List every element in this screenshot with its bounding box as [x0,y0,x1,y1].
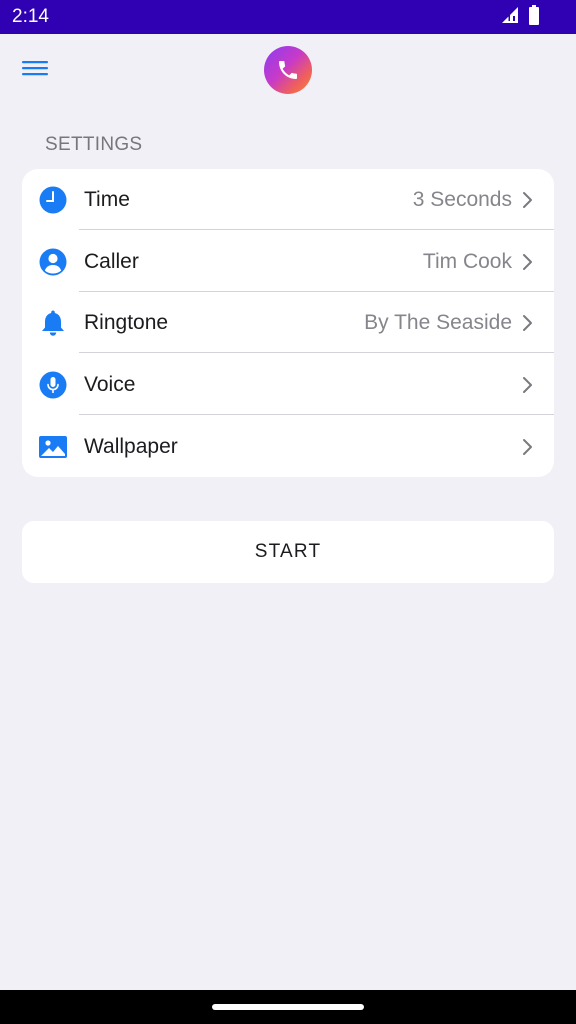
settings-label-time: Time [84,188,130,211]
chevron-right-icon [522,375,534,395]
row-divider [79,229,554,230]
start-button[interactable]: START [22,521,554,583]
person-icon [38,247,68,277]
home-indicator[interactable] [212,1004,364,1010]
status-bar: 2:14 [0,0,576,34]
settings-value-time: 3 Seconds [412,188,512,211]
battery-icon [528,4,540,30]
app-logo [264,46,312,94]
signal-icon [500,5,520,30]
settings-row-caller[interactable]: Caller Tim Cook [22,231,554,292]
top-bar [0,34,576,106]
chevron-right-icon [522,252,534,272]
settings-label-ringtone: Ringtone [84,311,169,334]
image-icon [38,432,68,462]
bell-icon [38,308,68,338]
hamburger-menu-icon [20,61,50,82]
status-time: 2:14 [12,6,49,27]
chevron-right-icon [522,313,534,333]
navigation-bar [0,990,576,1024]
settings-row-time[interactable]: Time 3 Seconds [22,169,554,230]
settings-value-ringtone: By The Seaside [364,311,512,334]
settings-label-voice: Voice [84,373,136,396]
microphone-icon [38,370,68,400]
chevron-right-icon [522,437,534,457]
settings-label-wallpaper: Wallpaper [84,435,178,458]
settings-label-caller: Caller [84,250,139,273]
row-divider [79,352,554,353]
settings-value-caller: Tim Cook [422,250,512,273]
chevron-right-icon [522,190,534,210]
settings-row-voice[interactable]: Voice [22,354,554,415]
settings-row-ringtone[interactable]: Ringtone By The Seaside [22,292,554,353]
clock-icon [38,185,68,215]
settings-card: Time 3 Seconds Caller Tim Cook Ringtone … [22,169,554,477]
section-title: SETTINGS [45,134,143,155]
settings-row-wallpaper[interactable]: Wallpaper [22,416,554,477]
row-divider [79,414,554,415]
status-icons [500,4,540,30]
menu-button[interactable] [20,58,54,82]
